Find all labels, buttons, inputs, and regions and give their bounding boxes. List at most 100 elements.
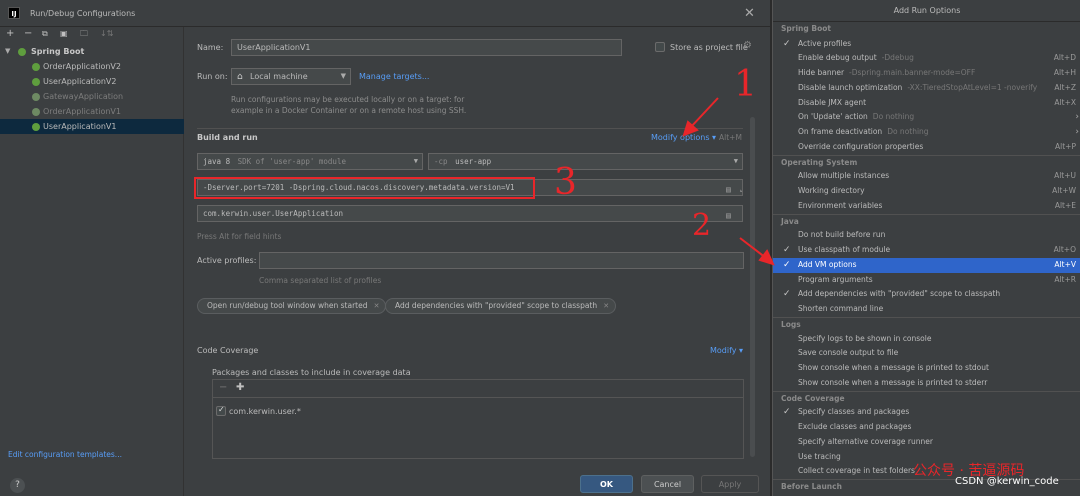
run-option-item[interactable]: ✓ Add dependencies with "provided" scope … (773, 287, 1080, 302)
cp-prefix: -cp (434, 157, 448, 166)
ok-button[interactable]: OK (580, 475, 633, 493)
run-option-item[interactable]: Specify logs to be shown in console (773, 332, 1080, 347)
option-name: Disable launch optimization (798, 82, 903, 92)
name-field[interactable]: UserApplicationV1 (231, 39, 622, 56)
close-icon[interactable]: ✕ (603, 299, 609, 313)
run-option-label: On frame deactivation Do nothing (798, 125, 929, 140)
run-option-item[interactable]: ✓ Active profiles (773, 37, 1080, 52)
run-option-item[interactable]: Override configuration properties Alt+P (773, 140, 1080, 155)
option-shortcut: Alt+Z (1054, 82, 1076, 92)
modify-options-link[interactable]: Modify options ▾ (651, 133, 716, 142)
remove-icon[interactable]: − (219, 382, 227, 394)
run-option-item[interactable]: Do not build before run (773, 228, 1080, 243)
run-option-item[interactable]: Exclude classes and packages (773, 420, 1080, 435)
close-icon[interactable]: ✕ (744, 6, 755, 21)
run-option-item[interactable]: Allow multiple instances Alt+U (773, 169, 1080, 184)
save-icon[interactable]: ▣ (60, 28, 68, 40)
option-name: Show console when a message is printed t… (798, 363, 989, 373)
tree-root-spring-boot[interactable]: ▼ Spring Boot (0, 44, 184, 59)
add-package-icon[interactable]: ✚ (236, 382, 244, 394)
popup-group-header: Logs (773, 317, 1080, 332)
jdk-dropdown[interactable]: java 8 SDK of 'user-app' module ▼ (197, 153, 423, 170)
dialog-title: Run/Debug Configurations (30, 9, 136, 18)
run-options-list: Spring Boot ✓ Active profiles Enable debug … (773, 22, 1080, 494)
classpath-module-dropdown[interactable]: -cp user-app ▼ (428, 153, 743, 170)
run-option-label: Enable debug output -Ddebug (798, 51, 914, 66)
tree-item[interactable]: GatewayApplication (0, 89, 184, 104)
modify-label: Modify (710, 346, 737, 355)
run-option-item[interactable]: Hide banner -Dspring.main.banner-mode=OFF… (773, 66, 1080, 81)
modify-coverage-link[interactable]: Modify ▾ (710, 346, 743, 355)
option-name: On 'Update' action (798, 112, 868, 122)
gear-icon[interactable]: ⚙ (743, 40, 752, 51)
coverage-item-label: com.kerwin.user.* (229, 407, 301, 416)
run-option-item[interactable]: Enable debug output -Ddebug Alt+D (773, 51, 1080, 66)
tree-item[interactable]: UserApplicationV2 (0, 74, 184, 89)
option-shortcut: Alt+W (1052, 186, 1076, 196)
browse-class-icon[interactable]: ▤ (726, 208, 731, 221)
run-option-label: Add dependencies with "provided" scope t… (798, 287, 1000, 302)
tree-item-label: UserApplicationV2 (43, 77, 117, 86)
run-option-item[interactable]: Show console when a message is printed t… (773, 361, 1080, 376)
copy-icon[interactable]: ⧉ (42, 28, 48, 40)
separator (197, 128, 743, 129)
form-scrollbar[interactable] (750, 117, 755, 457)
run-option-label: Use classpath of module (798, 243, 890, 258)
run-option-item[interactable]: Specify alternative coverage runner (773, 435, 1080, 450)
expand-field-icon[interactable]: ▤ (726, 182, 731, 195)
spring-boot-icon (32, 108, 40, 116)
store-as-project-label: Store as project file (670, 43, 748, 52)
open-tool-window-chip[interactable]: Open run/debug tool window when started … (197, 298, 387, 314)
check-icon: ✓ (783, 289, 791, 300)
option-name: On frame deactivation (798, 127, 883, 137)
chevron-right-icon: › (1075, 127, 1079, 138)
edit-templates-link[interactable]: Edit configuration templates... (8, 450, 122, 459)
run-option-item[interactable]: Environment variables Alt+E (773, 199, 1080, 214)
store-as-project-checkbox[interactable] (655, 42, 665, 52)
remove-icon[interactable]: − (24, 28, 32, 40)
option-name: Do not build before run (798, 230, 886, 240)
configuration-form: Name: UserApplicationV1 Store as project… (185, 27, 770, 472)
sort-icon[interactable]: ↓⇅ (100, 28, 113, 40)
run-option-item[interactable]: ✓ Specify classes and packages (773, 405, 1080, 420)
run-option-item[interactable]: Program arguments Alt+R (773, 273, 1080, 288)
run-option-item[interactable]: On 'Update' action Do nothing › (773, 110, 1080, 125)
run-option-item[interactable]: Show console when a message is printed t… (773, 376, 1080, 391)
active-profiles-field[interactable] (259, 252, 744, 269)
tree-item[interactable]: OrderApplicationV2 (0, 59, 184, 74)
option-name: Program arguments (798, 274, 873, 284)
main-class-field[interactable]: com.kerwin.user.UserApplication ▤ (197, 205, 743, 222)
home-icon: ⌂ (237, 72, 243, 82)
run-option-item[interactable]: ✓ Add VM options Alt+V (773, 257, 1080, 273)
run-option-item[interactable]: Disable JMX agent Alt+X (773, 96, 1080, 111)
close-icon[interactable]: ✕ (374, 299, 380, 313)
chevron-down-icon[interactable]: ▼ (5, 44, 10, 59)
folder-icon[interactable]: 🗀 (80, 28, 88, 40)
manage-targets-link[interactable]: Manage targets... (359, 72, 429, 81)
option-name: Active profiles (798, 38, 852, 48)
cancel-button[interactable]: Cancel (641, 475, 694, 493)
run-option-item[interactable]: ✓ Use classpath of module Alt+O (773, 243, 1080, 258)
run-option-item[interactable]: Working directory Alt+W (773, 184, 1080, 199)
run-option-item[interactable]: Shorten command line (773, 302, 1080, 317)
option-description: Do nothing (887, 127, 929, 137)
run-option-item[interactable]: Disable launch optimization -XX:TieredSto… (773, 81, 1080, 96)
coverage-item-checkbox[interactable] (216, 405, 226, 416)
coverage-list: − ✚ com.kerwin.user.* (212, 379, 744, 459)
run-option-item[interactable]: Save console output to file (773, 346, 1080, 361)
apply-button[interactable]: Apply (701, 475, 759, 493)
run-on-dropdown[interactable]: ⌂ Local machine ▼ (231, 68, 351, 85)
configurations-panel: + − ⧉ ▣ 🗀 ↓⇅ ▼ Spring Boot OrderApplicat… (0, 27, 184, 496)
help-button[interactable]: ? (10, 478, 25, 493)
run-option-item[interactable]: On frame deactivation Do nothing › (773, 125, 1080, 140)
cp-value: user-app (455, 157, 492, 166)
tree-item[interactable]: OrderApplicationV1 (0, 104, 184, 119)
build-and-run-heading: Build and run (197, 133, 258, 142)
option-name: Shorten command line (798, 304, 884, 314)
provided-scope-chip[interactable]: Add dependencies with "provided" scope t… (385, 298, 617, 314)
tree-item-selected[interactable]: UserApplicationV1 (0, 119, 184, 134)
option-name: Add VM options (798, 259, 857, 269)
fullscreen-icon[interactable]: ⤢ (740, 182, 742, 195)
add-icon[interactable]: + (6, 28, 14, 40)
modify-options-label: Modify options (651, 133, 710, 142)
